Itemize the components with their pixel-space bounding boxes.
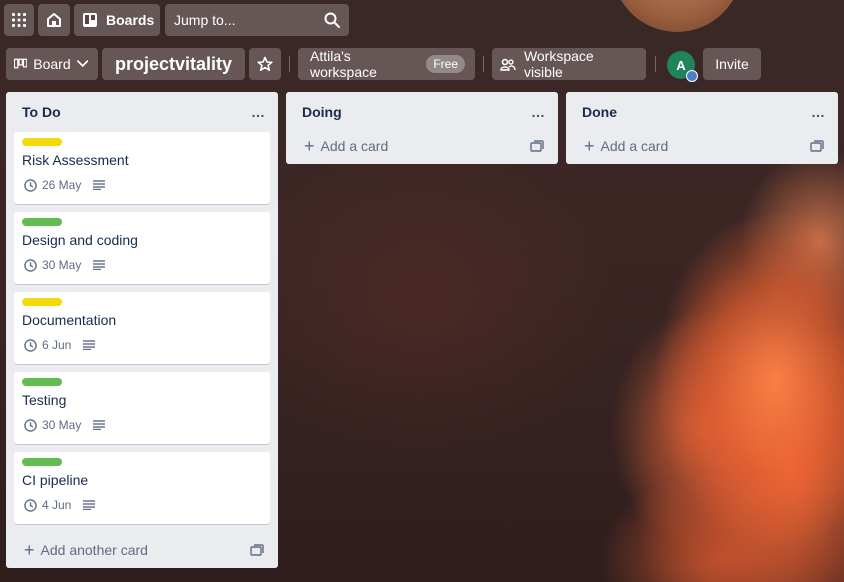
card-badges: 30 May	[24, 418, 106, 432]
card-label-green[interactable]	[22, 218, 62, 226]
card-title: Risk Assessment	[22, 152, 129, 168]
apps-grid-icon	[12, 13, 26, 27]
star-icon	[257, 56, 273, 71]
add-card-row: + Add another card	[14, 532, 270, 568]
clock-icon	[24, 498, 37, 512]
visibility-label: Workspace visible	[523, 48, 594, 80]
plus-icon: +	[584, 136, 595, 156]
clock-icon	[24, 258, 37, 272]
admin-badge-icon	[686, 70, 698, 82]
member-avatar[interactable]: A	[667, 51, 698, 82]
add-card-label: Add another card	[40, 542, 148, 558]
description-icon	[83, 340, 96, 350]
card-template-icon[interactable]	[530, 139, 544, 153]
top-navigation-bar: Boards Jump to...	[0, 0, 844, 40]
due-date[interactable]: 30 May	[42, 418, 81, 432]
card[interactable]: Documentation 6 Jun	[14, 292, 270, 364]
add-card-button[interactable]: + Add a card	[304, 137, 388, 155]
card-badges: 26 May	[24, 178, 106, 192]
description-icon	[83, 500, 96, 510]
boards-icon	[83, 13, 97, 27]
card-label-green[interactable]	[22, 378, 62, 386]
list-done: Done … + Add a card	[566, 92, 838, 164]
description-icon	[93, 420, 106, 430]
card-template-icon[interactable]	[250, 543, 264, 557]
due-date[interactable]: 4 Jun	[42, 498, 71, 512]
search-icon	[324, 12, 340, 28]
apps-button[interactable]	[4, 4, 34, 36]
list-title[interactable]: Doing	[302, 104, 342, 120]
list-header: To Do …	[14, 92, 270, 132]
due-date[interactable]: 30 May	[42, 258, 81, 272]
card-badges: 30 May	[24, 258, 106, 272]
list-menu-button[interactable]: …	[811, 104, 826, 120]
plus-icon: +	[24, 540, 35, 560]
avatar-initial: A	[676, 57, 686, 73]
header-divider	[655, 56, 656, 72]
workspace-plan-badge: Free	[426, 55, 465, 73]
card-label-yellow[interactable]	[22, 138, 62, 146]
plus-icon: +	[304, 136, 315, 156]
card-title: Design and coding	[22, 232, 138, 248]
clock-icon	[24, 418, 37, 432]
workspace-button[interactable]: Attila's workspace Free	[298, 48, 475, 80]
list-to-do: To Do … Risk Assessment 26 May Design an…	[6, 92, 278, 568]
invite-button[interactable]: Invite	[703, 48, 761, 80]
description-icon	[93, 260, 106, 270]
boards-label: Boards	[106, 12, 155, 28]
header-divider	[289, 56, 290, 72]
description-icon	[93, 180, 106, 190]
clock-icon	[24, 338, 37, 352]
card[interactable]: Testing 30 May	[14, 372, 270, 444]
card-template-icon[interactable]	[810, 139, 824, 153]
chevron-down-icon	[76, 60, 88, 68]
card[interactable]: Risk Assessment 26 May	[14, 132, 270, 204]
list-header: Doing …	[294, 92, 550, 132]
card-badges: 6 Jun	[24, 338, 96, 352]
list-title[interactable]: Done	[582, 104, 617, 120]
visibility-button[interactable]: Workspace visible	[492, 48, 646, 80]
header-divider	[483, 56, 484, 72]
board-view-switcher[interactable]: Board	[6, 48, 98, 80]
card[interactable]: CI pipeline 4 Jun	[14, 452, 270, 524]
list-doing: Doing … + Add a card	[286, 92, 558, 164]
card[interactable]: Design and coding 30 May	[14, 212, 270, 284]
due-date[interactable]: 26 May	[42, 178, 81, 192]
board-view-label: Board	[33, 56, 71, 72]
add-card-row: + Add a card	[574, 128, 830, 164]
search-input[interactable]: Jump to...	[165, 4, 349, 36]
search-placeholder: Jump to...	[174, 12, 236, 28]
star-board-button[interactable]	[249, 48, 281, 80]
clock-icon	[24, 178, 37, 192]
list-title[interactable]: To Do	[22, 104, 61, 120]
board-title[interactable]: projectvitality	[102, 48, 245, 80]
card-badges: 4 Jun	[24, 498, 96, 512]
due-date[interactable]: 6 Jun	[42, 338, 71, 352]
list-header: Done …	[574, 92, 830, 132]
visibility-icon	[500, 58, 516, 71]
add-card-label: Add a card	[320, 138, 389, 154]
add-card-label: Add a card	[600, 138, 669, 154]
card-title: CI pipeline	[22, 472, 89, 488]
home-button[interactable]	[38, 4, 70, 36]
card-label-yellow[interactable]	[22, 298, 62, 306]
list-menu-button[interactable]: …	[531, 104, 546, 120]
workspace-label: Attila's workspace	[310, 48, 377, 80]
add-card-button[interactable]: + Add another card	[24, 541, 148, 559]
add-card-row: + Add a card	[294, 128, 550, 164]
add-card-button[interactable]: + Add a card	[584, 137, 668, 155]
list-menu-button[interactable]: …	[251, 104, 266, 120]
card-title: Documentation	[22, 312, 117, 328]
card-title: Testing	[22, 392, 67, 408]
home-icon	[47, 13, 61, 27]
board-view-icon	[14, 58, 28, 69]
card-label-green[interactable]	[22, 458, 62, 466]
boards-button[interactable]: Boards	[74, 4, 160, 36]
